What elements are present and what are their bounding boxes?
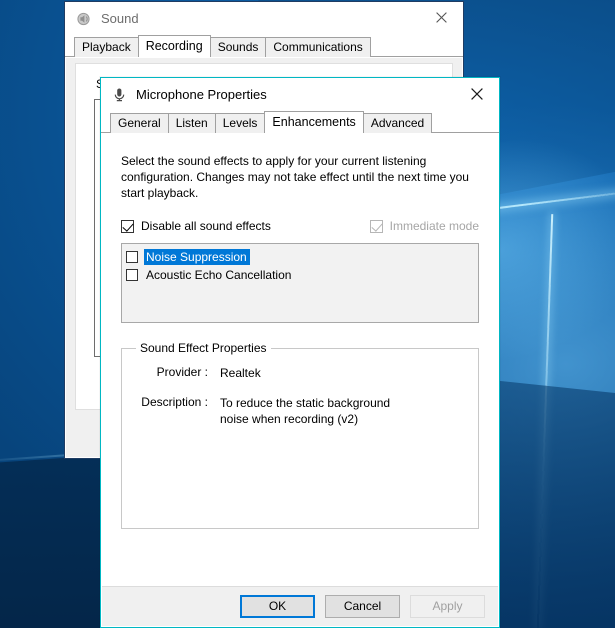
sound-window-title: Sound — [101, 11, 139, 26]
tab-listen[interactable]: Listen — [168, 113, 216, 133]
tab-general[interactable]: General — [110, 113, 169, 133]
microphone-properties-dialog[interactable]: Microphone Properties General Listen Lev… — [100, 77, 500, 628]
tab-communications[interactable]: Communications — [265, 37, 370, 57]
list-item[interactable]: Noise Suppression — [126, 248, 475, 265]
mic-dialog-titlebar: Microphone Properties — [101, 78, 499, 111]
cancel-button[interactable]: Cancel — [325, 595, 400, 618]
noise-suppression-label[interactable]: Noise Suppression — [144, 249, 250, 265]
provider-value: Realtek — [220, 365, 420, 381]
noise-suppression-checkbox[interactable] — [126, 251, 138, 263]
mic-dialog-body: Select the sound effects to apply for yo… — [102, 135, 498, 586]
sound-close-button[interactable] — [419, 2, 463, 33]
disable-all-effects-checkbox[interactable] — [121, 220, 134, 233]
apply-button: Apply — [410, 595, 485, 618]
ok-button[interactable]: OK — [240, 595, 315, 618]
tab-advanced[interactable]: Advanced — [363, 113, 432, 133]
sound-effect-properties-legend: Sound Effect Properties — [136, 341, 271, 355]
tab-sounds[interactable]: Sounds — [210, 37, 267, 57]
immediate-mode-row: Immediate mode — [370, 219, 479, 233]
mic-dialog-footer: OK Cancel Apply — [102, 586, 498, 626]
tab-playback[interactable]: Playback — [74, 37, 139, 57]
description-key: Description : — [134, 395, 220, 427]
acoustic-echo-cancellation-label[interactable]: Acoustic Echo Cancellation — [144, 267, 294, 283]
speaker-icon — [76, 11, 92, 27]
mic-dialog-title: Microphone Properties — [136, 87, 267, 102]
mic-dialog-buttons[interactable]: OK Cancel Apply — [240, 595, 485, 618]
enhancements-description: Select the sound effects to apply for yo… — [121, 153, 474, 201]
mic-dialog-close-button[interactable] — [455, 78, 499, 109]
mic-dialog-tab-strip[interactable]: General Listen Levels Enhancements Advan… — [101, 111, 499, 133]
description-row: Description : To reduce the static backg… — [134, 395, 466, 427]
tab-enhancements[interactable]: Enhancements — [264, 111, 363, 133]
microphone-icon — [112, 87, 127, 102]
tab-levels[interactable]: Levels — [215, 113, 266, 133]
sound-titlebar: Sound — [65, 2, 463, 35]
tab-recording[interactable]: Recording — [138, 35, 211, 57]
description-value: To reduce the static background noise wh… — [220, 395, 420, 427]
immediate-mode-label: Immediate mode — [390, 219, 479, 233]
sound-effects-list[interactable]: Noise Suppression Acoustic Echo Cancella… — [121, 243, 479, 323]
provider-key: Provider : — [134, 365, 220, 381]
list-item[interactable]: Acoustic Echo Cancellation — [126, 266, 475, 283]
sound-effect-properties-group: Sound Effect Properties Provider : Realt… — [121, 341, 479, 529]
sound-tab-strip[interactable]: Playback Recording Sounds Communications — [65, 35, 463, 57]
acoustic-echo-cancellation-checkbox[interactable] — [126, 269, 138, 281]
enhancements-page: Select the sound effects to apply for yo… — [102, 135, 498, 586]
immediate-mode-checkbox — [370, 220, 383, 233]
provider-row: Provider : Realtek — [134, 365, 466, 381]
disable-all-effects-label: Disable all sound effects — [141, 219, 271, 233]
